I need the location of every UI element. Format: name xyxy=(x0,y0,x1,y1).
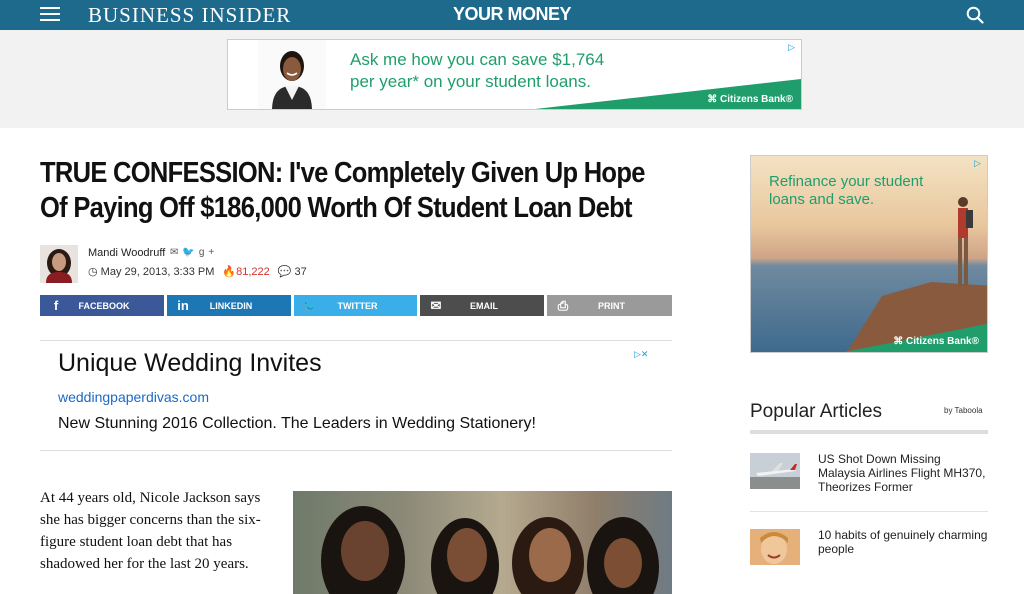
popular-articles-title: Popular Articles xyxy=(750,401,883,422)
article-meta: ◷ May 29, 2013, 3:33 PM 🔥81,222 💬 37 xyxy=(88,265,307,278)
share-facebook-button[interactable]: f FACEBOOK xyxy=(40,295,164,316)
popular-divider xyxy=(750,430,988,434)
email-icon: ✉ xyxy=(430,297,442,313)
popular-separator xyxy=(750,511,988,512)
email-icon[interactable]: ✉ xyxy=(170,247,182,258)
popular-article-title[interactable]: US Shot Down Missing Malaysia Airlines F… xyxy=(818,452,988,494)
publish-date: May 29, 2013, 3:33 PM xyxy=(100,266,215,278)
text-ad-url[interactable]: weddingpaperdivas.com xyxy=(58,389,209,405)
article-thumbnail[interactable] xyxy=(750,529,800,565)
twitter-icon: 🐦 xyxy=(301,297,319,313)
google-plus-icon[interactable]: g+ xyxy=(199,247,218,258)
sidebar-ad-line-2: loans and save. xyxy=(769,191,875,208)
top-navigation-bar: BUSINESS INSIDER YOUR MONEY xyxy=(0,0,1024,30)
text-ad-description: New Stunning 2016 Collection. The Leader… xyxy=(58,415,536,432)
share-print-button[interactable]: ⎙ PRINT xyxy=(547,295,672,316)
search-icon[interactable] xyxy=(966,6,984,24)
article-thumbnail[interactable] xyxy=(750,453,800,489)
linkedin-icon: in xyxy=(177,298,189,313)
ad-choices-icon[interactable]: ▷ xyxy=(974,158,984,168)
article-headline: TRUE CONFESSION: I've Completely Given U… xyxy=(40,157,645,224)
ad-choices-icon[interactable]: ▷✕ xyxy=(634,349,658,359)
author-name[interactable]: Mandi Woodruff xyxy=(88,247,165,259)
top-ad-text: Ask me how you can save $1,764 per year*… xyxy=(350,49,604,93)
sidebar-ad-line-1: Refinance your student xyxy=(769,173,924,190)
ad-choices-icon[interactable]: ▷ xyxy=(788,42,798,52)
popular-article-item[interactable]: US Shot Down Missing Malaysia Airlines F… xyxy=(750,452,988,502)
ad-brand-label: ⌘ Citizens Bank® xyxy=(707,94,793,105)
popular-article-title[interactable]: 10 habits of genuinely charming people xyxy=(818,528,988,556)
twitter-icon[interactable]: 🐦 xyxy=(182,247,198,258)
popular-article-item[interactable]: 10 habits of genuinely charming people xyxy=(750,528,988,568)
sidebar-ad[interactable]: Refinance your student loans and save. ⌘… xyxy=(750,155,988,353)
article-photo xyxy=(293,491,672,594)
date-with-clock-icon: ◷ May 29, 2013, 3:33 PM xyxy=(88,265,214,278)
clock-icon: ◷ xyxy=(88,266,98,278)
comment-icon: 💬 xyxy=(277,266,292,278)
share-email-button[interactable]: ✉ EMAIL xyxy=(420,295,544,316)
text-ad-title[interactable]: Unique Wedding Invites xyxy=(58,349,322,378)
ad-brand-label: ⌘ Citizens Bank® xyxy=(893,336,979,347)
top-ad-line-1: Ask me how you can save $1,764 xyxy=(350,50,605,69)
ad-person-image xyxy=(258,40,326,109)
section-title[interactable]: YOUR MONEY xyxy=(0,4,1024,25)
taboola-credit[interactable]: by Taboola xyxy=(944,406,983,415)
print-icon: ⎙ xyxy=(557,297,569,313)
top-ad-line-2: per year* on your student loans. xyxy=(350,72,591,91)
sidebar-ad-text: Refinance your student loans and save. xyxy=(769,173,923,209)
text-ad[interactable]: Unique Wedding Invites weddingpaperdivas… xyxy=(40,340,672,451)
ad-hiker-figure xyxy=(958,197,973,286)
share-twitter-button[interactable]: 🐦 TWITTER xyxy=(294,295,417,316)
share-linkedin-button[interactable]: in LINKEDIN xyxy=(167,295,291,316)
article-body-paragraph: At 44 years old, Nicole Jackson says she… xyxy=(40,490,261,572)
comment-count[interactable]: 💬 37 xyxy=(278,265,307,278)
top-banner-ad[interactable]: Ask me how you can save $1,764 per year*… xyxy=(227,39,802,110)
author-avatar[interactable] xyxy=(40,245,78,283)
top-ad-band: Ask me how you can save $1,764 per year*… xyxy=(0,30,1024,128)
flame-icon: 🔥 xyxy=(222,266,237,278)
facebook-icon: f xyxy=(53,298,59,313)
view-count: 🔥81,222 xyxy=(222,266,270,278)
author-social-links: ✉🐦g+ xyxy=(170,247,218,258)
